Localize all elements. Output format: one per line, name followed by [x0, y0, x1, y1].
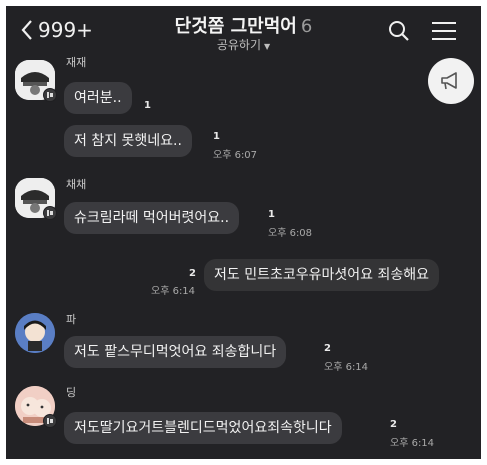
sender-name: 딩	[66, 386, 77, 399]
message-bubble[interactable]: 저도딸기요거트블렌디드먹었어요죄속핫니다	[64, 412, 342, 444]
message-bubble[interactable]: 저도 팥스무디먹엇어요 죄송합니다	[64, 336, 287, 368]
profile-badge-icon	[43, 206, 57, 220]
notice-button[interactable]	[428, 58, 474, 104]
message-time: 오후 6:07	[213, 150, 258, 161]
sender-name: 채채	[66, 178, 87, 191]
profile-badge-icon	[43, 414, 57, 428]
message-time: 오후 6:14	[151, 286, 196, 297]
chat-screen: 999+ 단것쫌 그만먹어 6 공유하기 ▼ 재재 여러분.. 1 저 참지 못…	[6, 6, 481, 459]
share-label: 공유하기	[216, 38, 261, 52]
avatar[interactable]	[15, 313, 55, 353]
unread-count: 1	[213, 131, 220, 142]
menu-button[interactable]	[432, 21, 456, 45]
message-time: 오후 6:14	[390, 438, 435, 449]
my-message-bubble[interactable]: 저도 민트초코우유마셧어요 죄송해요	[204, 259, 439, 291]
profile-badge-icon	[43, 88, 57, 102]
unread-count: 2	[390, 419, 397, 430]
sender-name: 파	[66, 313, 77, 326]
megaphone-icon	[441, 72, 457, 90]
message-bubble[interactable]: 여러분..	[64, 82, 132, 114]
unread-count: 1	[144, 100, 151, 111]
chat-room-name: 단것쫌 그만먹어	[174, 16, 297, 37]
unread-count: 1	[268, 209, 275, 220]
unread-count: 2	[189, 268, 196, 279]
profile-picture	[15, 313, 55, 353]
message-bubble[interactable]: 저 참지 못햇네요..	[64, 125, 192, 157]
member-count: 6	[300, 16, 313, 37]
message-time: 오후 6:08	[268, 228, 313, 239]
menu-icon	[432, 22, 456, 40]
caret-down-icon: ▼	[264, 42, 271, 51]
message-time: 오후 6:14	[324, 362, 369, 373]
unread-count: 2	[324, 343, 331, 354]
search-button[interactable]	[388, 20, 410, 46]
search-icon	[389, 21, 409, 41]
sender-name: 재재	[66, 56, 87, 69]
message-bubble[interactable]: 슈크림라떼 먹어버렷어요..	[64, 202, 240, 234]
